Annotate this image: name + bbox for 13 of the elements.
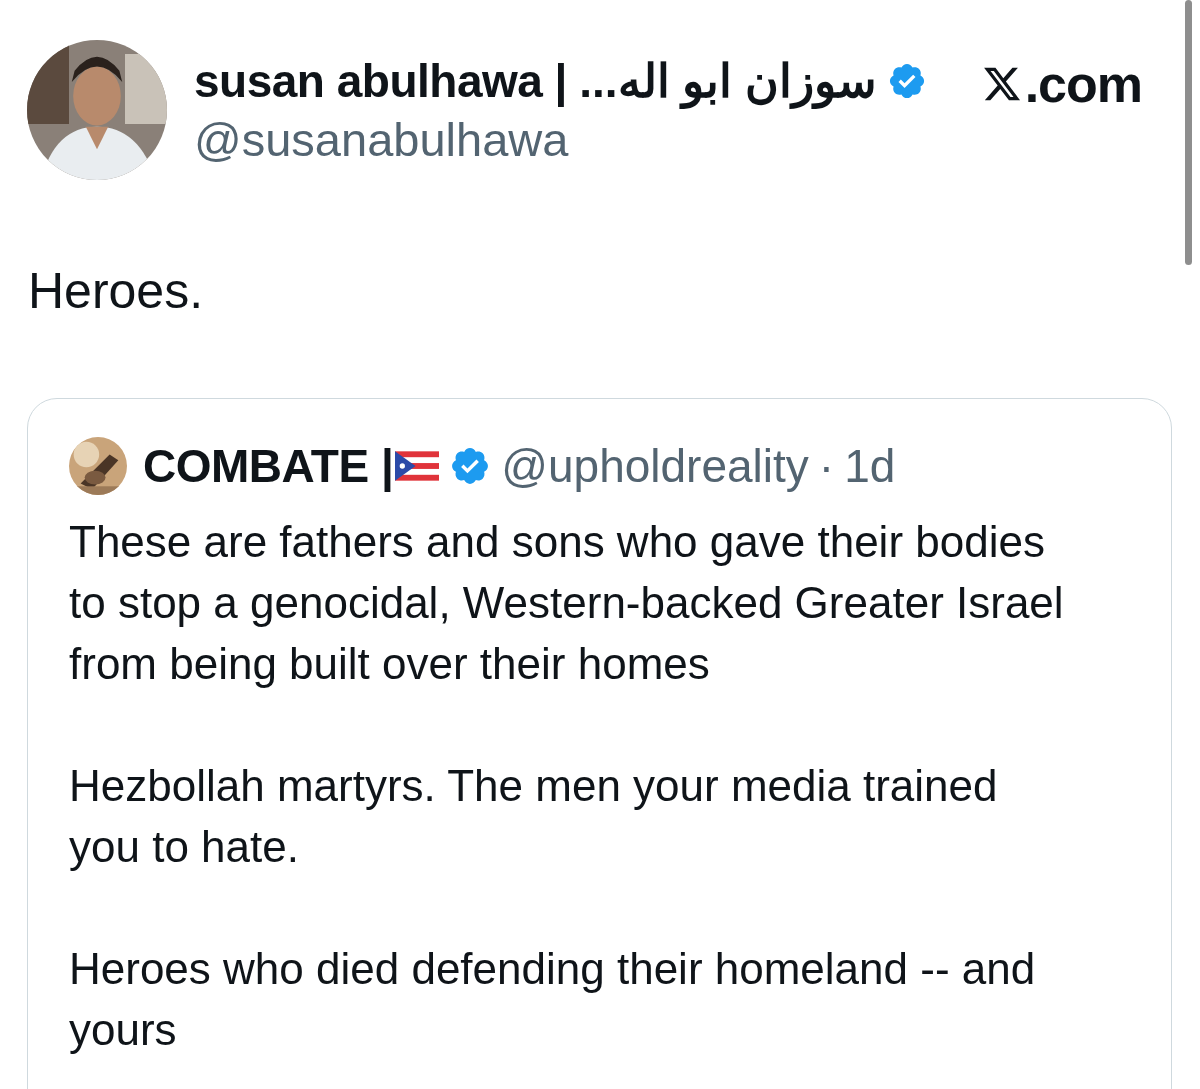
post-text: Heroes. (28, 262, 205, 320)
flag-icon (395, 451, 440, 481)
author-handle[interactable]: @susanabulhawa (194, 112, 928, 167)
scrollbar[interactable] (1185, 0, 1192, 265)
quoted-post-text: Heroes who died defending their homeland -- and yours (69, 943, 1037, 1056)
quoted-author-handle[interactable]: @upholdreality (501, 439, 809, 493)
separator-dot: · (818, 439, 835, 493)
post-time[interactable]: 1d (844, 439, 896, 493)
site-label: .com (1024, 54, 1142, 114)
quoted-post-text: Hezbollah martyrs. The men your media trained you to hate. (69, 760, 999, 873)
quoted-author-name[interactable]: COMBATE | (143, 439, 394, 493)
quoted-post-card[interactable] (27, 398, 1172, 1089)
quoted-post-text: These are fathers and sons who gave their bodies to stop a genocidal, Western-backed Greater Israel from being built over their homes (69, 516, 1065, 690)
